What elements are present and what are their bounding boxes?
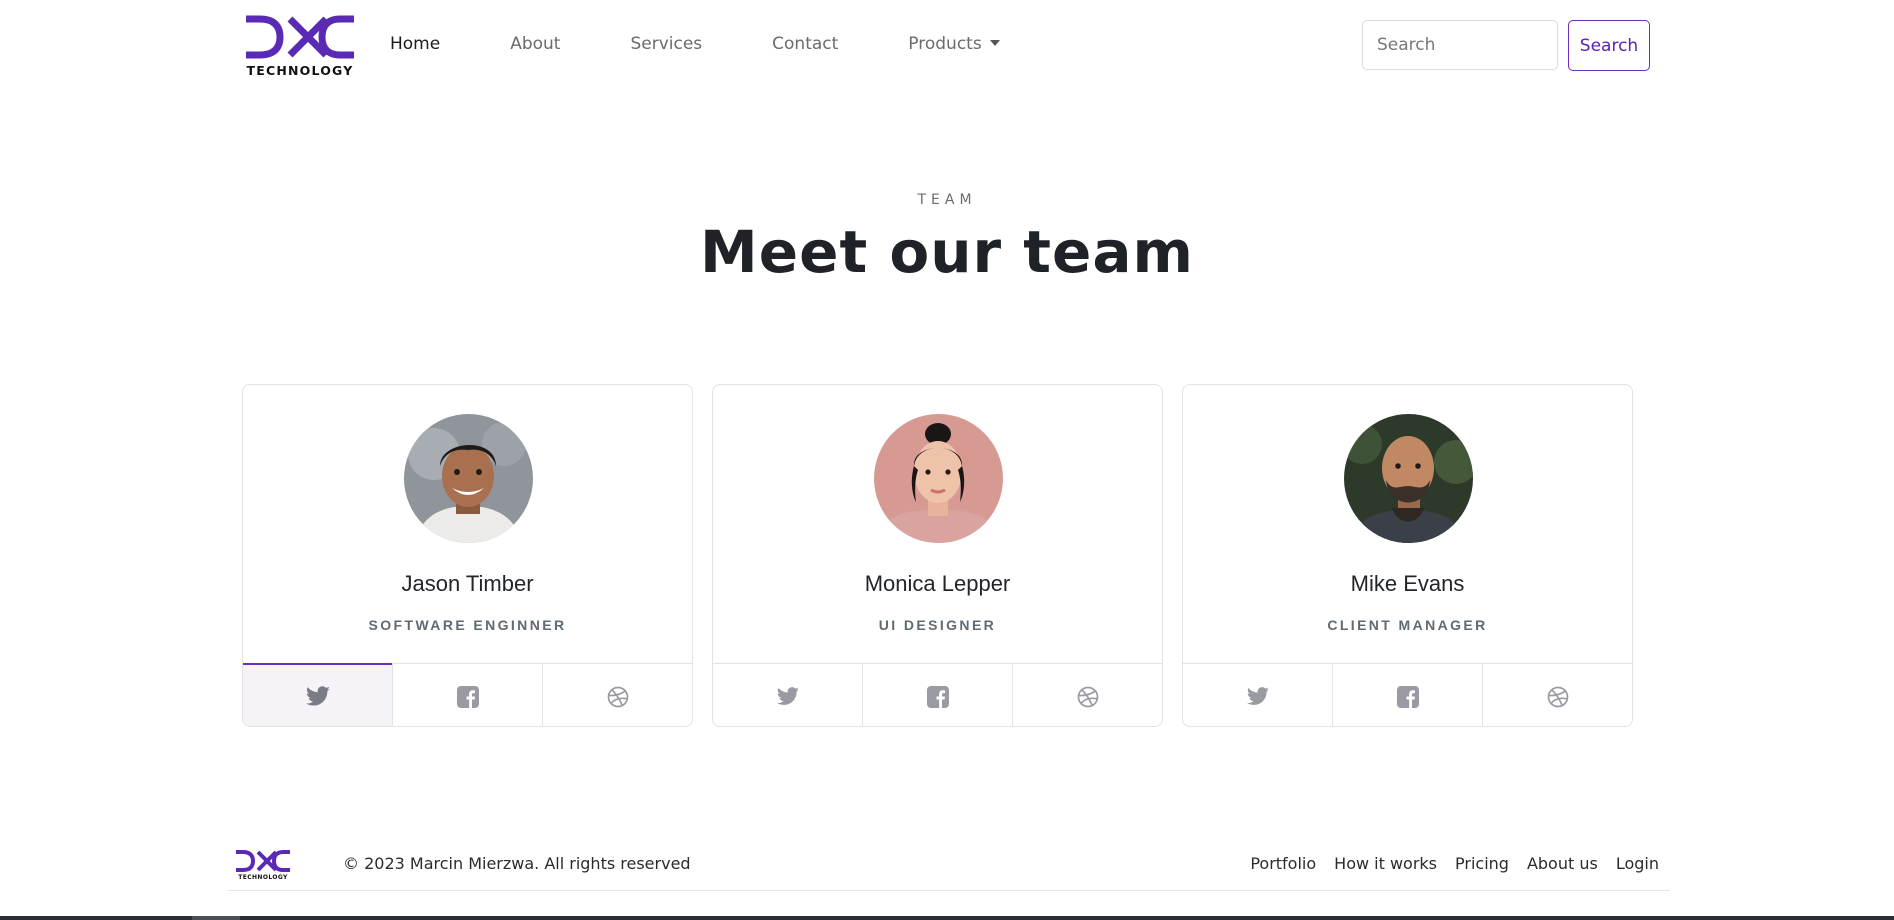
facebook-icon bbox=[926, 685, 949, 708]
facebook-icon bbox=[456, 685, 479, 708]
dxc-logo-mark bbox=[246, 15, 354, 59]
footer-link-about-us[interactable]: About us bbox=[1527, 854, 1598, 873]
footer-logo-wordmark: TECHNOLOGY bbox=[238, 874, 288, 881]
facebook-link[interactable] bbox=[1333, 664, 1483, 726]
nav-products-dropdown[interactable]: Products bbox=[908, 34, 1000, 54]
team-card-mike: Mike Evans CLIENT MANAGER bbox=[1182, 384, 1633, 727]
member-role: UI DESIGNER bbox=[878, 617, 997, 633]
facebook-link[interactable] bbox=[863, 664, 1013, 726]
team-card-monica: Monica Lepper UI DESIGNER bbox=[712, 384, 1163, 727]
footer-link-pricing[interactable]: Pricing bbox=[1455, 854, 1509, 873]
member-name: Jason Timber bbox=[401, 571, 534, 596]
dribbble-link[interactable] bbox=[543, 664, 692, 726]
footer-divider bbox=[228, 890, 1670, 891]
main-nav: Home About Services Contact Products bbox=[390, 32, 1070, 56]
scrollbar-thumb[interactable] bbox=[192, 916, 240, 920]
nav-products-label: Products bbox=[908, 34, 982, 54]
footer-nav: Portfolio How it works Pricing About us … bbox=[1232, 854, 1659, 873]
dribbble-link[interactable] bbox=[1013, 664, 1162, 726]
social-links bbox=[1183, 663, 1632, 726]
section-eyebrow: TEAM bbox=[917, 192, 977, 208]
dribbble-icon bbox=[1077, 686, 1098, 707]
horizontal-scrollbar[interactable] bbox=[0, 916, 1894, 920]
footer-link-how-it-works[interactable]: How it works bbox=[1334, 854, 1437, 873]
nav-contact[interactable]: Contact bbox=[772, 34, 838, 54]
dxc-logo[interactable]: TECHNOLOGY bbox=[244, 15, 356, 79]
footer-link-portfolio[interactable]: Portfolio bbox=[1250, 854, 1316, 873]
copyright-text: © 2023 Marcin Mierzwa. All rights reserv… bbox=[343, 854, 691, 873]
social-links bbox=[713, 663, 1162, 726]
twitter-icon bbox=[776, 686, 799, 705]
nav-home[interactable]: Home bbox=[390, 34, 440, 54]
member-role: SOFTWARE ENGINNER bbox=[368, 617, 567, 633]
logo-wordmark: TECHNOLOGY bbox=[246, 63, 354, 78]
social-links bbox=[243, 663, 692, 726]
search-input[interactable] bbox=[1362, 20, 1558, 70]
navbar: TECHNOLOGY Home About Services Contact P… bbox=[0, 0, 1894, 92]
footer-dxc-logo[interactable]: TECHNOLOGY bbox=[235, 850, 291, 882]
member-name: Monica Lepper bbox=[864, 571, 1011, 596]
member-role: CLIENT MANAGER bbox=[1327, 617, 1488, 633]
dribbble-link[interactable] bbox=[1483, 664, 1632, 726]
member-name: Mike Evans bbox=[1350, 571, 1465, 596]
footer-logo-mark bbox=[236, 850, 290, 872]
section-heading: Meet our team bbox=[700, 218, 1194, 286]
avatar-mike-photo bbox=[1344, 414, 1473, 543]
avatar-jason-photo bbox=[404, 414, 533, 543]
twitter-link[interactable] bbox=[713, 664, 863, 726]
team-card-jason: Jason Timber SOFTWARE ENGINNER bbox=[242, 384, 693, 727]
caret-down-icon bbox=[989, 40, 1000, 46]
dribbble-icon bbox=[1547, 686, 1568, 707]
nav-services[interactable]: Services bbox=[630, 34, 702, 54]
facebook-link[interactable] bbox=[393, 664, 543, 726]
twitter-link[interactable] bbox=[1183, 664, 1333, 726]
nav-about[interactable]: About bbox=[510, 34, 560, 54]
footer-link-login[interactable]: Login bbox=[1616, 854, 1659, 873]
search-button[interactable]: Search bbox=[1568, 20, 1650, 71]
facebook-icon bbox=[1396, 685, 1419, 708]
avatar-monica-photo bbox=[874, 414, 1003, 543]
twitter-icon bbox=[1246, 686, 1269, 705]
twitter-link[interactable] bbox=[243, 663, 393, 726]
twitter-icon bbox=[305, 685, 330, 706]
dribbble-icon bbox=[607, 686, 628, 707]
